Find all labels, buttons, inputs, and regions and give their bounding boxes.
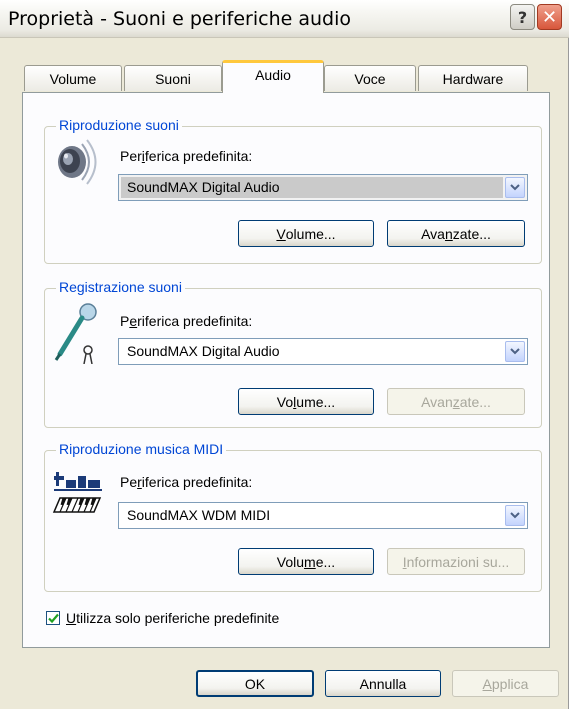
microphone-icon <box>52 302 102 367</box>
tab-suoni[interactable]: Suoni <box>124 65 222 91</box>
default-devices-checkbox[interactable] <box>46 611 60 625</box>
tab-voce[interactable]: Voce <box>324 65 416 91</box>
help-icon: ? <box>517 7 528 27</box>
chevron-down-icon[interactable] <box>505 505 525 526</box>
midi-keyboard-icon <box>52 470 104 521</box>
tab-volume[interactable]: Volume <box>24 65 122 91</box>
apply-button: Applica <box>452 670 559 697</box>
recording-device-label: Periferica predefinita: <box>120 313 253 329</box>
tab-label: Voce <box>354 70 386 87</box>
playback-device-value: SoundMAX Digital Audio <box>121 177 503 198</box>
close-button[interactable]: ✕ <box>537 4 562 30</box>
title-bar[interactable]: Proprietà - Suoni e periferiche audio ? … <box>0 0 569 38</box>
midi-volume-button[interactable]: Volu m e... <box>238 548 374 575</box>
window-title: Proprietà - Suoni e periferiche audio <box>8 8 352 30</box>
chevron-down-icon[interactable] <box>505 341 525 362</box>
recording-device-select[interactable]: SoundMAX Digital Audio <box>118 338 528 365</box>
help-button[interactable]: ? <box>510 4 535 30</box>
recording-group-title: Registrazione suoni <box>56 279 185 295</box>
cancel-button[interactable]: Annulla <box>325 670 441 697</box>
check-icon <box>48 613 59 624</box>
tab-label: Volume <box>49 70 97 87</box>
recording-advanced-button: Avan z ate... <box>387 388 525 415</box>
tab-audio[interactable]: Audio <box>222 60 324 93</box>
tab-hardware[interactable]: Hardware <box>418 65 528 91</box>
midi-device-select[interactable]: SoundMAX WDM MIDI <box>118 502 528 529</box>
midi-device-value: SoundMAX WDM MIDI <box>127 507 271 523</box>
chevron-down-icon[interactable] <box>505 177 525 198</box>
midi-about-button: Informazioni su... <box>387 548 525 575</box>
tab-label: Suoni <box>155 70 191 87</box>
recording-volume-button[interactable]: Vo l ume... <box>238 388 374 415</box>
playback-device-label: Periferica predefinita: <box>120 148 253 164</box>
playback-device-select[interactable]: SoundMAX Digital Audio <box>118 174 528 201</box>
midi-device-label: Periferica predefinita: <box>120 474 253 490</box>
close-icon: ✕ <box>541 6 558 28</box>
midi-group-title: Riproduzione musica MIDI <box>56 441 227 457</box>
playback-group-title: Riproduzione suoni <box>56 117 182 133</box>
properties-window: Proprietà - Suoni e periferiche audio ? … <box>0 0 569 709</box>
tab-label: Audio <box>255 67 291 83</box>
ok-button[interactable]: OK <box>196 670 314 697</box>
playback-advanced-button[interactable]: Ava n zate... <box>387 220 525 247</box>
tab-label: Hardware <box>442 70 504 87</box>
default-devices-label[interactable]: Utilizza solo periferiche predefinite <box>66 610 279 626</box>
recording-device-value: SoundMAX Digital Audio <box>127 343 280 359</box>
playback-volume-button[interactable]: Volume... <box>238 220 374 247</box>
speaker-icon <box>52 137 102 190</box>
